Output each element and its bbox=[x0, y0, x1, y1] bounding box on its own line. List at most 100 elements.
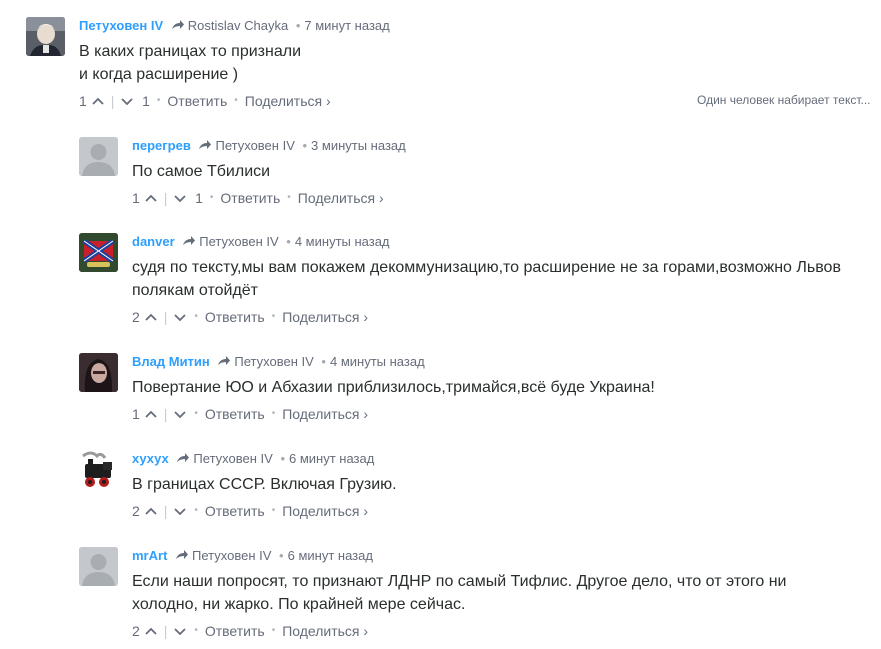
chevron-down-icon bbox=[174, 628, 186, 636]
upvote-button[interactable]: 1 bbox=[132, 405, 158, 423]
comment-text: По самое Тбилиси bbox=[132, 160, 881, 183]
timestamp[interactable]: 4 минуты назад bbox=[330, 354, 425, 369]
comment-text: Если наши попросят, то признают ЛДНР по … bbox=[132, 570, 881, 616]
comment-line: полякам отойдёт bbox=[132, 282, 258, 299]
upvote-count: 1 bbox=[79, 93, 87, 109]
comment-line: В каких границах то признали bbox=[79, 43, 301, 60]
upvote-count: 2 bbox=[132, 503, 140, 519]
upvote-button[interactable]: 2 bbox=[132, 308, 158, 326]
upvote-button[interactable]: 1 bbox=[132, 189, 158, 207]
comment-line: Если наши попросят, то признают ЛДНР по … bbox=[132, 573, 787, 590]
reply-to-name[interactable]: Петуховен IV bbox=[199, 234, 278, 249]
timestamp[interactable]: 6 минут назад bbox=[288, 548, 373, 563]
reply-to-name[interactable]: Rostislav Chayka bbox=[188, 18, 288, 33]
comment-header: перегрев Петуховен IV • 3 минуты назад bbox=[132, 138, 406, 153]
avatar[interactable] bbox=[79, 353, 118, 392]
chevron-up-icon bbox=[145, 507, 157, 515]
flag-avatar-icon bbox=[79, 233, 118, 272]
reply-arrow-icon bbox=[217, 353, 231, 371]
author-name[interactable]: перегрев bbox=[132, 138, 191, 153]
author-name[interactable]: хухух bbox=[132, 451, 169, 466]
reply-to-name[interactable]: Петуховен IV bbox=[193, 451, 272, 466]
reply-arrow-icon bbox=[171, 17, 185, 35]
timestamp[interactable]: 3 минуты назад bbox=[311, 138, 406, 153]
author-name[interactable]: mrArt bbox=[132, 548, 167, 563]
chevron-down-icon bbox=[174, 195, 186, 203]
chevron-down-icon bbox=[174, 411, 186, 419]
upvote-count: 1 bbox=[132, 406, 140, 422]
avatar[interactable] bbox=[79, 137, 118, 176]
chevron-down-icon bbox=[174, 314, 186, 322]
reply-button[interactable]: Ответить bbox=[205, 502, 265, 520]
downvote-button[interactable] bbox=[173, 310, 187, 324]
comment-header: Петуховен IV Rostislav Chayka • 7 минут н… bbox=[79, 17, 390, 35]
avatar[interactable] bbox=[26, 17, 65, 56]
downvote-button[interactable] bbox=[173, 504, 187, 518]
share-button[interactable]: Поделиться › bbox=[298, 189, 384, 207]
reply-button[interactable]: Ответить bbox=[167, 92, 227, 110]
reply-arrow-icon bbox=[182, 233, 196, 251]
share-button[interactable]: Поделиться › bbox=[282, 308, 368, 326]
reply-button[interactable]: Ответить bbox=[220, 189, 280, 207]
share-button[interactable]: Поделиться › bbox=[282, 502, 368, 520]
upvote-button[interactable]: 1 bbox=[79, 92, 105, 110]
reply-arrow-icon bbox=[175, 547, 189, 565]
comment-footer: 2 | • Ответить • Поделиться › bbox=[132, 622, 369, 640]
upvote-button[interactable]: 2 bbox=[132, 622, 158, 640]
photo-avatar-icon bbox=[79, 353, 118, 392]
author-name[interactable]: Петуховен IV bbox=[79, 18, 163, 33]
comment-line: судя по тексту,мы вам покажем декоммуниз… bbox=[132, 259, 841, 276]
comment-line: В границах СССР. Включая Грузию. bbox=[132, 476, 397, 493]
chevron-up-icon bbox=[145, 410, 157, 418]
comment-header: хухух Петуховен IV • 6 минут назад bbox=[132, 450, 375, 468]
timestamp[interactable]: 6 минут назад bbox=[289, 451, 374, 466]
avatar[interactable] bbox=[79, 233, 118, 272]
timestamp[interactable]: 7 минут назад bbox=[304, 18, 389, 33]
reply-to-name[interactable]: Петуховен IV bbox=[234, 354, 313, 369]
chevron-down-icon bbox=[174, 508, 186, 516]
upvote-button[interactable]: 2 bbox=[132, 502, 158, 520]
chevron-up-icon bbox=[145, 194, 157, 202]
photo-avatar-icon bbox=[26, 17, 65, 56]
comment-text: В границах СССР. Включая Грузию. bbox=[132, 473, 881, 496]
default-avatar-icon bbox=[79, 547, 118, 586]
downvote-button[interactable]: 1 bbox=[120, 92, 150, 110]
chevron-up-icon bbox=[145, 627, 157, 635]
comment-text: Повертание ЮО и Абхазии приблизилось,три… bbox=[132, 376, 881, 399]
comment-footer: 2 | • Ответить • Поделиться › bbox=[132, 502, 369, 520]
avatar[interactable] bbox=[79, 547, 118, 586]
share-button[interactable]: Поделиться › bbox=[282, 405, 368, 423]
comment-text: судя по тексту,мы вам покажем декоммуниз… bbox=[132, 256, 881, 302]
downvote-count: 1 bbox=[195, 190, 203, 206]
reply-to-name[interactable]: Петуховен IV bbox=[192, 548, 271, 563]
share-button[interactable]: Поделиться › bbox=[245, 92, 331, 110]
share-button[interactable]: Поделиться › bbox=[282, 622, 368, 640]
reply-arrow-icon bbox=[176, 450, 190, 468]
comment-line: Повертание ЮО и Абхазии приблизилось,три… bbox=[132, 379, 655, 396]
comment-footer: 1 | 1 • Ответить • Поделиться › bbox=[132, 189, 384, 207]
chevron-up-icon bbox=[92, 97, 104, 105]
comment-text: В каких границах то признали и когда рас… bbox=[79, 40, 879, 86]
comment-line: холодно, ни жарко. По крайней мере сейча… bbox=[132, 596, 466, 613]
downvote-button[interactable]: 1 bbox=[173, 189, 203, 207]
default-avatar-icon bbox=[79, 137, 118, 176]
reply-button[interactable]: Ответить bbox=[205, 622, 265, 640]
author-name[interactable]: danver bbox=[132, 234, 175, 249]
downvote-button[interactable] bbox=[173, 407, 187, 421]
comment-footer: 2 | • Ответить • Поделиться › bbox=[132, 308, 369, 326]
upvote-count: 2 bbox=[132, 623, 140, 639]
train-avatar-icon bbox=[79, 450, 118, 489]
reply-to-name[interactable]: Петуховен IV bbox=[215, 138, 294, 153]
author-name[interactable]: Влад Митин bbox=[132, 354, 210, 369]
reply-button[interactable]: Ответить bbox=[205, 405, 265, 423]
avatar[interactable] bbox=[79, 450, 118, 489]
timestamp[interactable]: 4 минуты назад bbox=[295, 234, 390, 249]
downvote-count: 1 bbox=[142, 93, 150, 109]
comment-footer: 1 | • Ответить • Поделиться › bbox=[132, 405, 369, 423]
downvote-button[interactable] bbox=[173, 624, 187, 638]
comment-header: danver Петуховен IV • 4 минуты назад bbox=[132, 233, 390, 251]
comment-line: и когда расширение ) bbox=[79, 66, 239, 83]
comment-header: mrArt Петуховен IV • 6 минут назад bbox=[132, 547, 373, 565]
chevron-down-icon bbox=[121, 98, 133, 106]
reply-button[interactable]: Ответить bbox=[205, 308, 265, 326]
